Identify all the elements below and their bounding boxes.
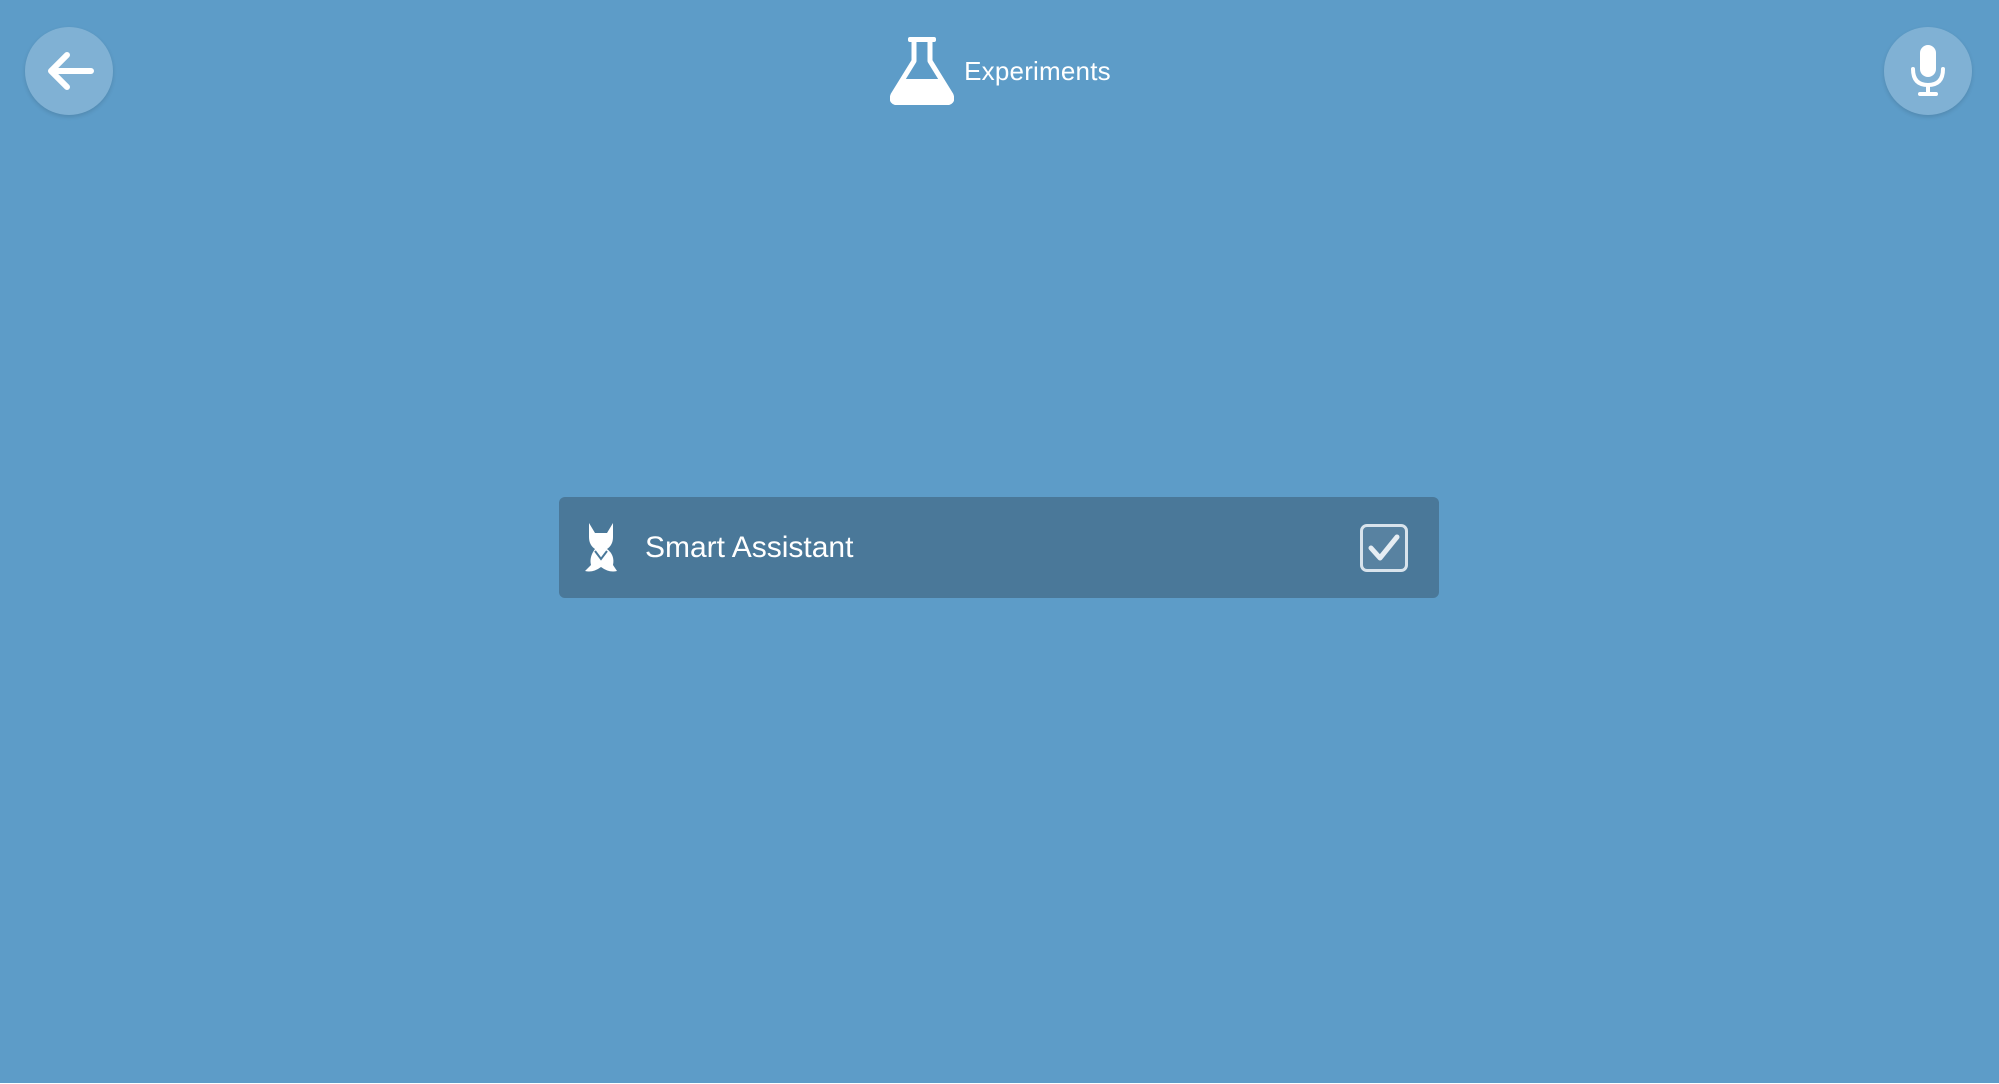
experiments-screen: Experiments Smart Assistant [0,0,1999,1083]
experiment-checkbox[interactable] [1360,524,1408,572]
checkmark-icon [1368,534,1400,561]
page-header: Experiments [0,36,1999,106]
page-title: Experiments [964,55,1111,86]
microphone-button[interactable] [1884,27,1972,115]
fox-icon [585,523,617,572]
experiment-label: Smart Assistant [645,531,854,564]
microphone-icon [1911,45,1945,96]
experiment-row-smart-assistant[interactable]: Smart Assistant [559,497,1439,598]
flask-icon [890,37,955,105]
